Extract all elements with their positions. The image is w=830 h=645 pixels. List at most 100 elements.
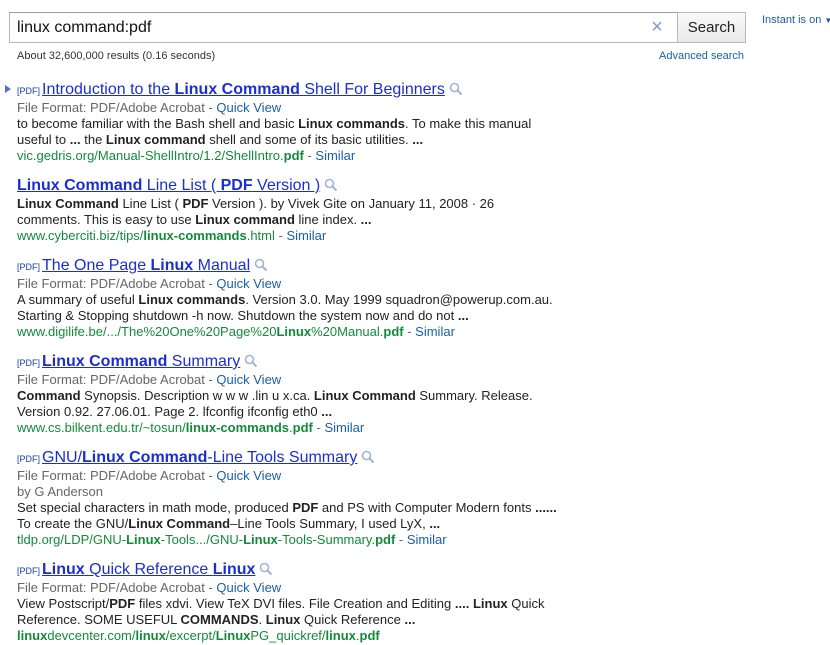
result-title-text: Linux bbox=[150, 257, 194, 274]
result-url-text: tldp.org/LDP/GNU- bbox=[17, 532, 127, 547]
clear-icon[interactable]: × bbox=[648, 17, 666, 37]
quick-view-link[interactable]: Quick View bbox=[216, 580, 281, 595]
result-title-link[interactable]: Linux Quick Reference Linux bbox=[42, 561, 255, 578]
similar-link[interactable]: Similar bbox=[286, 228, 326, 243]
quick-view-link[interactable]: Quick View bbox=[216, 276, 281, 291]
search-input[interactable] bbox=[10, 13, 640, 42]
result-url-line: www.digilife.be/.../The%20One%20Page%20L… bbox=[17, 324, 553, 340]
pdf-badge: [PDF] bbox=[17, 566, 41, 576]
result-snippet-text: PDF bbox=[182, 196, 209, 211]
result-snippet-text: –Line Tools Summary, I used LyX, bbox=[230, 516, 430, 531]
result-snippet-text: . bbox=[258, 612, 266, 627]
result-url-text: .html bbox=[246, 228, 275, 243]
result-title-text: Shell For Beginners bbox=[299, 81, 445, 98]
result-url-text: pdf bbox=[383, 324, 404, 339]
result-snippet-text: Starting & Stopping shutdown -h now. Shu… bbox=[17, 308, 458, 323]
result-snippet-text: Set special characters in math mode, pro… bbox=[17, 500, 293, 515]
result-title-text: Linux Command bbox=[17, 177, 143, 194]
result-url-text: Linux bbox=[276, 324, 312, 339]
result-byline: by G Anderson bbox=[17, 484, 103, 499]
result-snippet-text: Version ). by Vivek Gite on January 11, … bbox=[208, 196, 495, 211]
search-result: [PDF] Linux Command Summary File Format: P… bbox=[17, 352, 533, 436]
result-snippet-text: Linux command bbox=[195, 212, 295, 227]
result-snippet-text: ... bbox=[321, 404, 333, 419]
url-separator: - bbox=[312, 420, 325, 435]
result-snippet-text: PDF bbox=[109, 596, 136, 611]
result-title-link[interactable]: Introduction to the Linux Command Shell … bbox=[42, 81, 445, 98]
result-url-text: linux bbox=[17, 628, 48, 643]
result-title-text: Linux Command bbox=[42, 353, 168, 370]
result-url-text: pdf bbox=[283, 148, 304, 163]
result-snippet-text: the bbox=[80, 132, 106, 147]
arrow-right-icon bbox=[5, 85, 11, 93]
url-separator: - bbox=[303, 148, 316, 163]
result-title-link[interactable]: Linux Command Summary bbox=[42, 353, 240, 370]
similar-link[interactable]: Similar bbox=[407, 532, 447, 547]
result-snippet-text: Synopsis. Description w w w .lin u x.ca. bbox=[80, 388, 314, 403]
result-title-link[interactable]: GNU/Linux Command-Line Tools Summary bbox=[42, 449, 357, 466]
quick-view-link[interactable]: Quick View bbox=[216, 100, 281, 115]
result-snippet-line: Linux Command Line List ( PDF Version ).… bbox=[17, 196, 494, 212]
magnifier-icon[interactable] bbox=[259, 562, 273, 576]
similar-link[interactable]: Similar bbox=[315, 148, 355, 163]
result-url-line: tldp.org/LDP/GNU-Linux-Tools.../GNU-Linu… bbox=[17, 532, 557, 548]
result-title-link[interactable]: Linux Command Line List ( PDF Version ) bbox=[17, 177, 320, 194]
result-url-text: -Tools.../GNU- bbox=[160, 532, 244, 547]
result-snippet-text: shell and some of its basic utilities. bbox=[205, 132, 413, 147]
advanced-search-link[interactable]: Advanced search bbox=[659, 50, 744, 62]
result-url-text: linux-commands bbox=[143, 228, 247, 243]
result-title-text: Quick Reference bbox=[84, 561, 213, 578]
result-url-text: pdf bbox=[375, 532, 396, 547]
result-snippet-line: Reference. SOME USEFUL COMMANDS. Linux Q… bbox=[17, 612, 544, 628]
result-snippet-text: ...... bbox=[535, 500, 557, 515]
result-title-line: [PDF] Introduction to the Linux Command S… bbox=[17, 80, 531, 100]
result-url: vic.gedris.org/Manual-ShellIntro/1.2/She… bbox=[17, 148, 304, 163]
result-title-text: Linux Command bbox=[174, 81, 300, 98]
result-snippet-text: and PS with Computer Modern fonts bbox=[318, 500, 536, 515]
result-title-link[interactable]: The One Page Linux Manual bbox=[42, 257, 250, 274]
pdf-badge: [PDF] bbox=[17, 358, 41, 368]
magnifier-icon[interactable] bbox=[254, 258, 268, 272]
result-title-text: GNU/ bbox=[42, 449, 83, 466]
magnifier-icon[interactable] bbox=[449, 82, 463, 96]
result-stats: About 32,600,000 results (0.16 seconds) bbox=[17, 50, 216, 62]
result-snippet-text: . Version 3.0. May 1999 squadron@powerup… bbox=[245, 292, 553, 307]
result-snippet-text: Reference. SOME USEFUL bbox=[17, 612, 181, 627]
quick-view-link[interactable]: Quick View bbox=[216, 372, 281, 387]
result-snippet-text: Command bbox=[17, 388, 81, 403]
result-title-text: Summary bbox=[167, 353, 241, 370]
result-title-text: Linux bbox=[42, 561, 85, 578]
result-snippet-line: to become familiar with the Bash shell a… bbox=[17, 116, 531, 132]
result-snippet-text: COMMANDS bbox=[180, 612, 259, 627]
instant-toggle[interactable]: Instant is on ▼ bbox=[762, 14, 830, 26]
file-format-line: File Format: PDF/Adobe Acrobat - Quick V… bbox=[17, 372, 533, 388]
result-snippet-text: View Postscript/ bbox=[17, 596, 110, 611]
result-url-text: PG_quickref/ bbox=[250, 628, 326, 643]
result-snippet-text: ... bbox=[457, 308, 469, 323]
result-url-text: vic.gedris.org/Manual-ShellIntro/1.2/She… bbox=[17, 148, 284, 163]
search-button[interactable]: Search bbox=[677, 12, 746, 43]
result-snippet-text: A summary of useful bbox=[17, 292, 139, 307]
result-url-text: linux-commands bbox=[185, 420, 290, 435]
similar-link[interactable]: Similar bbox=[324, 420, 364, 435]
file-format-label: File Format: PDF/Adobe Acrobat - bbox=[17, 580, 217, 595]
result-snippet-text: Linux commands bbox=[298, 116, 406, 131]
file-format-label: File Format: PDF/Adobe Acrobat - bbox=[17, 100, 217, 115]
result-snippet-text: Linux Command bbox=[128, 516, 231, 531]
result-title-text: The One Page bbox=[42, 257, 151, 274]
result-snippet-text: Line List ( bbox=[118, 196, 183, 211]
magnifier-icon[interactable] bbox=[324, 178, 338, 192]
result-title-text: Introduction to the bbox=[42, 81, 175, 98]
result-snippet-text: ... bbox=[360, 212, 372, 227]
magnifier-icon[interactable] bbox=[244, 354, 258, 368]
result-snippet-line: Starting & Stopping shutdown -h now. Shu… bbox=[17, 308, 553, 324]
result-snippet-text: To create the GNU/ bbox=[17, 516, 129, 531]
search-result: [PDF] Linux Quick Reference Linux File For… bbox=[17, 560, 544, 644]
result-snippet-text: to become familiar with the Bash shell a… bbox=[17, 116, 299, 131]
magnifier-icon[interactable] bbox=[361, 450, 375, 464]
file-format-label: File Format: PDF/Adobe Acrobat - bbox=[17, 372, 217, 387]
similar-link[interactable]: Similar bbox=[415, 324, 455, 339]
result-title-line: [PDF] Linux Quick Reference Linux bbox=[17, 560, 544, 580]
pdf-badge: [PDF] bbox=[17, 454, 41, 464]
quick-view-link[interactable]: Quick View bbox=[216, 468, 281, 483]
